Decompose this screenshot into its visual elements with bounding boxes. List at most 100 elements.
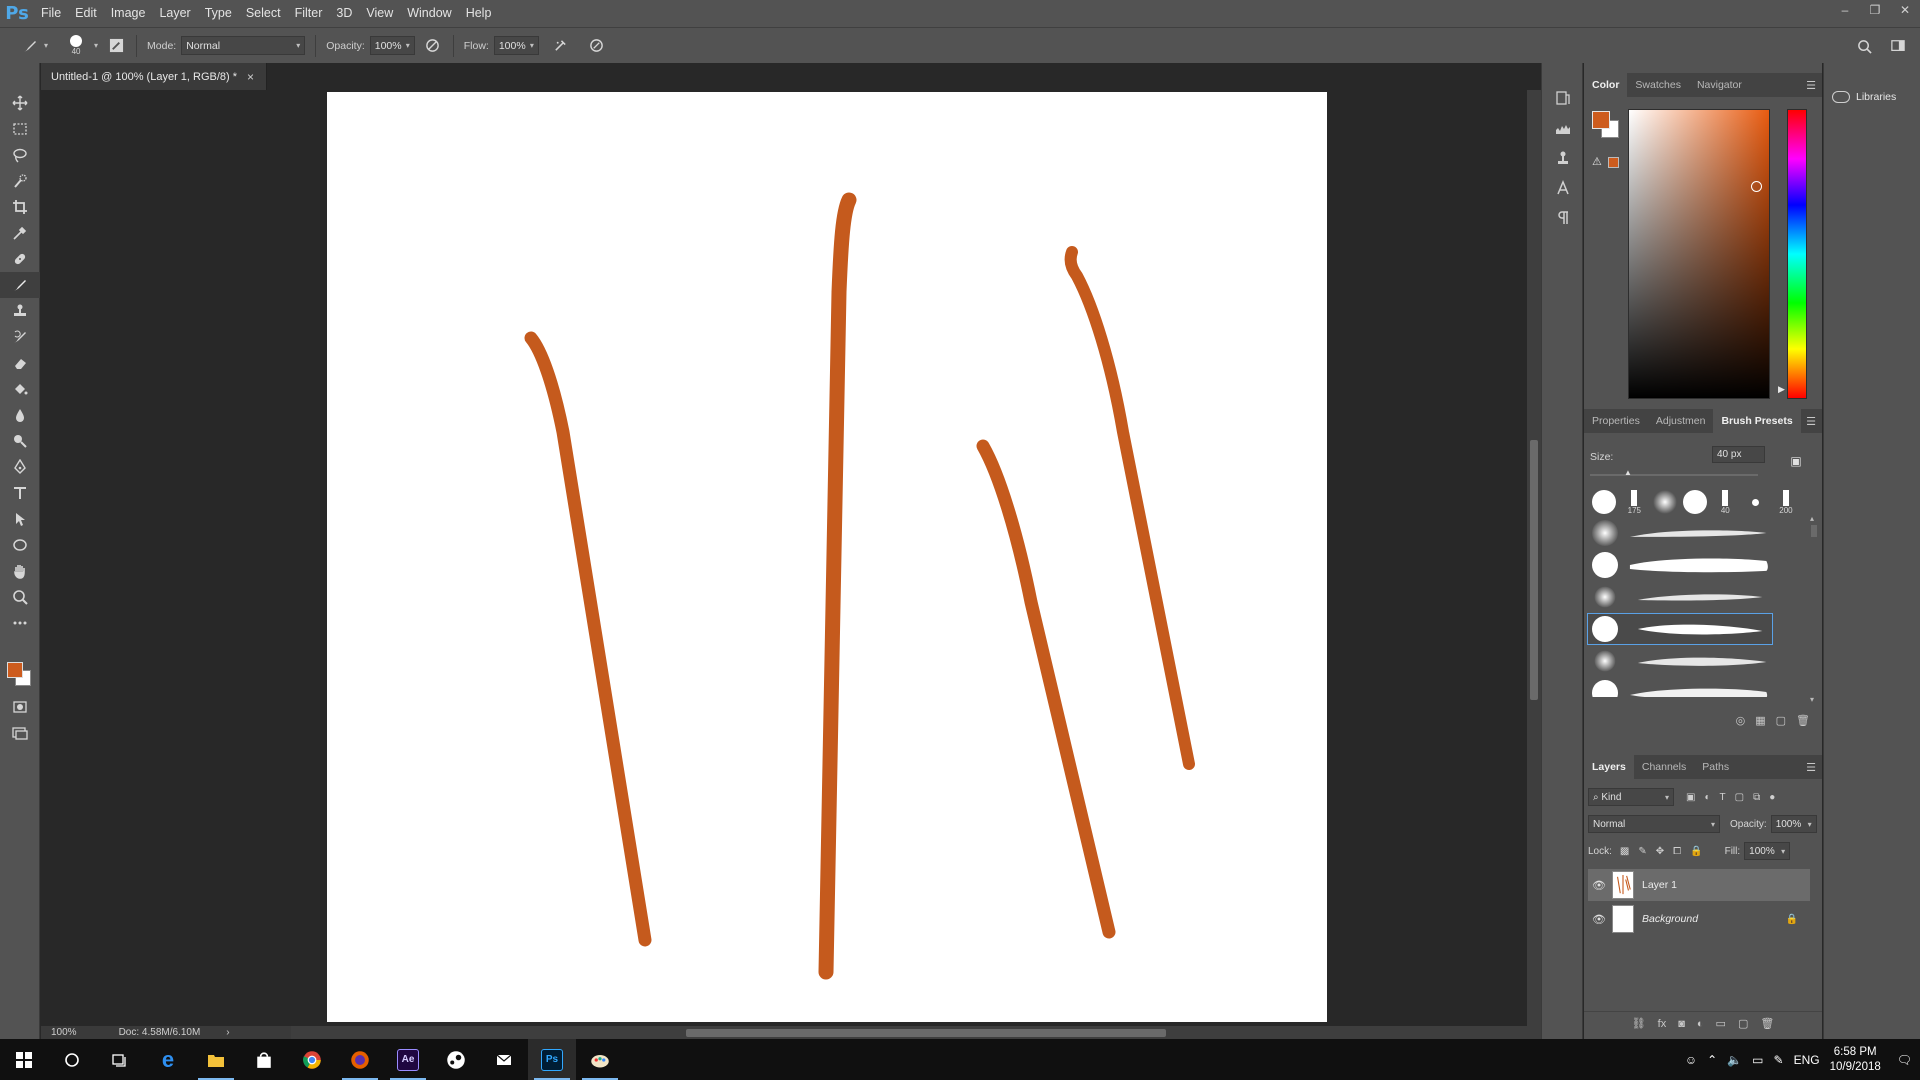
marquee-tool-icon[interactable] <box>0 116 40 142</box>
brush-preset[interactable] <box>1587 581 1773 613</box>
chevron-down-icon[interactable]: ▾ <box>94 41 98 50</box>
opacity-field[interactable]: 100% ▾ <box>369 36 415 55</box>
menu-edit[interactable]: Edit <box>68 0 104 27</box>
panel-menu-icon[interactable]: ☰ <box>1806 79 1816 92</box>
restore-button[interactable]: ❐ <box>1860 0 1890 20</box>
menu-help[interactable]: Help <box>459 0 499 27</box>
horizontal-scrollbar[interactable] <box>291 1026 1541 1039</box>
menu-file[interactable]: File <box>34 0 68 27</box>
foreground-color-swatch[interactable] <box>1592 111 1610 129</box>
size-input[interactable]: 40 px <box>1712 446 1765 463</box>
histogram-icon[interactable] <box>1542 113 1584 143</box>
zoom-tool-icon[interactable] <box>0 584 40 610</box>
pixel-filter-icon[interactable]: ▣ <box>1686 792 1695 803</box>
start-icon[interactable] <box>0 1039 48 1080</box>
volume-icon[interactable]: 🔈 <box>1727 1053 1742 1067</box>
healing-brush-tool-icon[interactable] <box>0 246 40 272</box>
brush-preset-selected[interactable] <box>1587 613 1773 645</box>
panel-menu-icon[interactable]: ☰ <box>1806 415 1816 428</box>
history-panel-icon[interactable] <box>1542 83 1584 113</box>
store-icon[interactable] <box>240 1039 288 1080</box>
firefox-icon[interactable] <box>336 1039 384 1080</box>
new-brush-preset-icon[interactable]: ▣ <box>1787 454 1805 472</box>
eye-icon[interactable]: 👁 <box>1588 913 1610 926</box>
fg-bg-colors[interactable] <box>5 660 35 690</box>
document-tab[interactable]: Untitled-1 @ 100% (Layer 1, RGB/8) * × <box>41 63 268 90</box>
after-effects-icon[interactable]: Ae <box>384 1039 432 1080</box>
screen-mode-icon[interactable] <box>0 720 40 746</box>
canvas[interactable] <box>327 92 1327 1022</box>
layer-row-background[interactable]: 👁 Background 🔒 <box>1588 903 1810 935</box>
hand-tool-icon[interactable] <box>0 558 40 584</box>
layer-name[interactable]: Layer 1 <box>1642 879 1677 891</box>
brush-tool-icon[interactable] <box>0 272 40 298</box>
size-slider[interactable]: ▲ <box>1590 468 1758 477</box>
layer-row-layer-1[interactable]: 👁 Layer 1 <box>1588 869 1810 901</box>
hue-slider-arrow[interactable]: ▶ <box>1778 384 1785 395</box>
delete-layer-icon[interactable]: 🗑 <box>1760 1017 1774 1030</box>
edge-icon[interactable]: e <box>144 1039 192 1080</box>
color-picker-marker[interactable] <box>1751 181 1762 192</box>
brush-preset[interactable] <box>1587 549 1773 581</box>
people-icon[interactable]: ☺ <box>1685 1053 1697 1067</box>
flow-field[interactable]: 100% ▾ <box>493 36 539 55</box>
chevron-up-icon[interactable]: ⌃ <box>1707 1053 1717 1067</box>
brush-tip[interactable] <box>1742 488 1770 516</box>
language-indicator[interactable]: ENG <box>1794 1053 1820 1067</box>
tab-properties[interactable]: Properties <box>1584 409 1648 433</box>
new-preset-icon[interactable]: ▢ <box>1776 714 1786 727</box>
brush-tip[interactable] <box>1651 488 1679 516</box>
add-mask-icon[interactable]: ◙ <box>1678 1018 1685 1030</box>
eye-icon[interactable]: 👁 <box>1588 879 1610 892</box>
lock-pixels-icon[interactable]: ✎ <box>1638 846 1646 857</box>
menu-image[interactable]: Image <box>104 0 153 27</box>
move-tool-icon[interactable] <box>0 90 40 116</box>
filter-toggle-icon[interactable]: ● <box>1769 792 1775 803</box>
paint-icon[interactable] <box>576 1039 624 1080</box>
airbrush-icon[interactable] <box>551 36 571 56</box>
vertical-scrollbar[interactable] <box>1527 90 1541 1026</box>
task-view-icon[interactable] <box>96 1039 144 1080</box>
tab-navigator[interactable]: Navigator <box>1689 73 1750 97</box>
history-brush-tool-icon[interactable] <box>0 324 40 350</box>
fill-field[interactable]: 100% ▾ <box>1744 842 1791 860</box>
hue-slider[interactable] <box>1787 109 1807 399</box>
new-layer-icon[interactable]: ▢ <box>1738 1017 1748 1030</box>
lock-artboard-icon[interactable]: ⧠ <box>1673 846 1681 857</box>
brush-panel-toggle-icon[interactable] <box>106 36 126 56</box>
grid-view-icon[interactable]: ▦ <box>1755 714 1765 727</box>
color-picker-field[interactable] <box>1628 109 1770 399</box>
minimize-button[interactable]: – <box>1830 0 1860 20</box>
panel-menu-icon[interactable]: ☰ <box>1806 761 1816 774</box>
doc-size-info[interactable]: Doc: 4.58M/6.10M <box>119 1027 201 1038</box>
notifications-icon[interactable]: 🗨 <box>1897 1053 1912 1067</box>
clone-stamp-tool-icon[interactable] <box>0 298 40 324</box>
tab-brush-presets[interactable]: Brush Presets <box>1713 409 1801 433</box>
layer-filter-kind[interactable]: ⌕ Kind ▾ <box>1588 788 1674 806</box>
brush-tip[interactable]: 200 <box>1772 488 1800 516</box>
menu-type[interactable]: Type <box>198 0 239 27</box>
steam-icon[interactable] <box>432 1039 480 1080</box>
file-explorer-icon[interactable] <box>192 1039 240 1080</box>
path-selection-tool-icon[interactable] <box>0 506 40 532</box>
link-layers-icon[interactable]: ⛓ <box>1632 1017 1646 1030</box>
character-panel-icon[interactable] <box>1542 173 1584 203</box>
tab-paths[interactable]: Paths <box>1694 755 1737 779</box>
brush-preset[interactable] <box>1587 677 1773 697</box>
mode-select[interactable]: Normal ▾ <box>181 36 306 55</box>
lock-position-icon[interactable]: ✥ <box>1656 846 1664 857</box>
quick-mask-icon[interactable] <box>0 694 40 720</box>
paragraph-panel-icon[interactable] <box>1542 203 1584 233</box>
layer-style-icon[interactable]: fx <box>1658 1018 1667 1030</box>
foreground-color-swatch[interactable] <box>7 662 23 678</box>
more-tools-icon[interactable] <box>0 610 40 636</box>
workspace-switcher-icon[interactable] <box>1888 36 1908 56</box>
adjustment-layer-icon[interactable]: ◐ <box>1697 1018 1704 1030</box>
menu-view[interactable]: View <box>359 0 400 27</box>
clone-source-icon[interactable] <box>1542 143 1584 173</box>
brush-tool-preset-icon[interactable] <box>20 36 40 56</box>
tab-channels[interactable]: Channels <box>1634 755 1694 779</box>
chevron-down-icon[interactable]: ▾ <box>44 41 48 50</box>
horizontal-scroll-thumb[interactable] <box>686 1029 1166 1037</box>
smart-object-filter-icon[interactable]: ⧉ <box>1753 792 1760 803</box>
